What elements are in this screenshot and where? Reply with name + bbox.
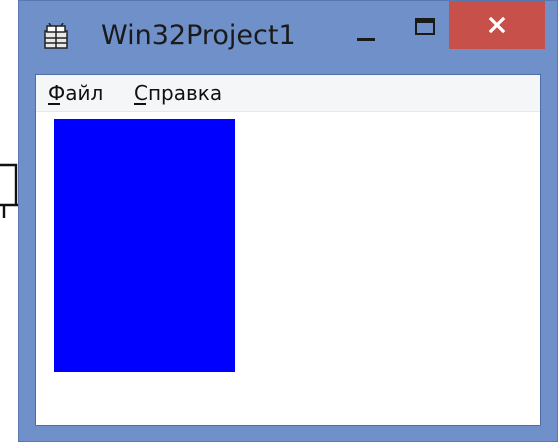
menu-bar: Файл Справка [36,75,540,112]
window-title: Win32Project1 [101,20,296,51]
menu-help[interactable]: Справка [134,79,222,107]
title-bar[interactable]: Win32Project1 [19,1,557,71]
blue-rectangle [54,119,235,372]
minimize-button[interactable] [349,21,383,47]
minimize-icon [357,38,375,41]
app-window: Win32Project1 Файл Справка [18,0,558,442]
maximize-icon [415,18,435,35]
app-icon[interactable] [43,22,69,49]
client-area: Файл Справка [35,74,541,426]
menu-file[interactable]: Файл [48,79,103,107]
maximize-button[interactable] [405,13,445,41]
menu-help-accelerator-underline [134,103,146,105]
close-icon [488,16,506,34]
close-button[interactable] [449,1,545,49]
menu-help-label: Справка [134,81,223,105]
menu-file-accelerator-underline [48,103,60,105]
menu-file-label: Файл [48,81,104,105]
